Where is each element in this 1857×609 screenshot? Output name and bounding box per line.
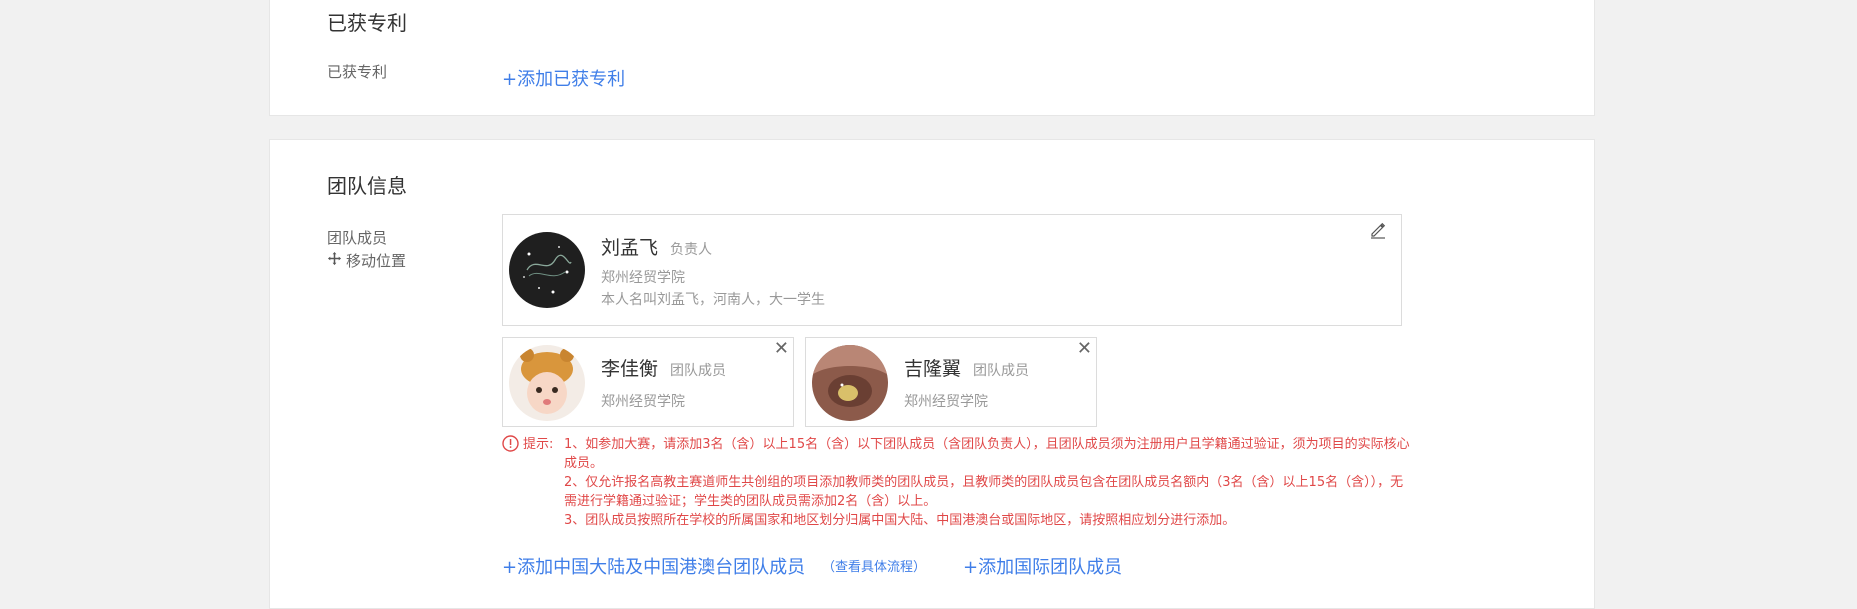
view-process-link[interactable]: （查看具体流程） — [822, 556, 926, 575]
patents-field-label: 已获专利 — [327, 63, 388, 81]
member-role: 团队成员 — [973, 363, 1029, 379]
edit-icon[interactable] — [1369, 221, 1387, 243]
team-title: 团队信息 — [327, 174, 407, 198]
move-position-label: 移动位置 — [346, 252, 407, 270]
close-icon[interactable]: ✕ — [774, 340, 789, 358]
move-icon — [327, 251, 342, 270]
leader-name: 刘孟飞 — [601, 237, 659, 259]
member-name: 李佳衡 — [601, 358, 659, 380]
member-card: 李佳衡 团队成员 郑州经贸学院 ✕ — [502, 337, 794, 427]
member-name: 吉隆翼 — [904, 358, 962, 380]
tip-item-1: 1、如参加大赛，请添加3名（含）以上15名（含）以下团队成员（含团队负责人），且… — [564, 437, 1410, 471]
move-position-button[interactable]: 移动位置 — [327, 250, 406, 271]
member-school: 郑州经贸学院 — [904, 394, 988, 410]
team-section: 团队信息 团队成员 移动位置 刘孟飞 负责人 郑州经贸学院 本人名叫刘孟飞，河南… — [269, 139, 1595, 609]
member-card: 吉隆翼 团队成员 郑州经贸学院 ✕ — [805, 337, 1097, 427]
avatar — [812, 345, 888, 421]
patents-title: 已获专利 — [327, 11, 407, 35]
leader-card: 刘孟飞 负责人 郑州经贸学院 本人名叫刘孟飞，河南人，大一学生 — [502, 214, 1402, 326]
add-international-member-link[interactable]: +添加国际团队成员 — [963, 553, 1122, 579]
tip-item-3: 3、团队成员按照所在学校的所属国家和地区划分归属中国大陆、中国港澳台或国际地区，… — [564, 513, 1236, 528]
add-domestic-member-link[interactable]: +添加中国大陆及中国港澳台团队成员 — [502, 553, 805, 579]
leader-school: 郑州经贸学院 — [601, 270, 685, 286]
avatar — [509, 345, 585, 421]
warning-icon — [502, 435, 519, 456]
avatar — [509, 232, 585, 308]
team-members-label: 团队成员 — [327, 229, 388, 247]
leader-bio: 本人名叫刘孟飞，河南人，大一学生 — [601, 292, 825, 308]
member-role: 团队成员 — [670, 363, 726, 379]
tip-item-2: 2、仅允许报名高教主赛道师生共创组的项目添加教师类的团队成员，且教师类的团队成员… — [564, 475, 1404, 509]
add-patent-link[interactable]: +添加已获专利 — [502, 65, 625, 91]
tip-label: 提示: — [523, 437, 554, 452]
close-icon[interactable]: ✕ — [1077, 340, 1092, 358]
patents-section: 已获专利 已获专利 +添加已获专利 — [269, 0, 1595, 116]
leader-role: 负责人 — [670, 242, 712, 258]
member-school: 郑州经贸学院 — [601, 394, 685, 410]
